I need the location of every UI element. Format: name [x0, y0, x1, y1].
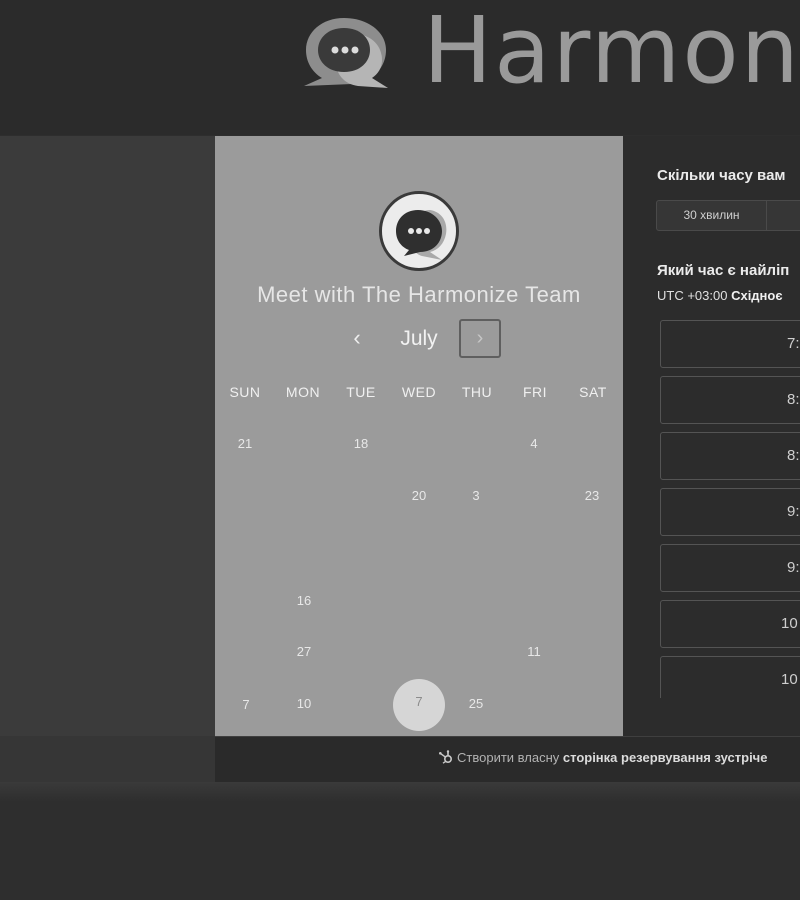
time-slot-label: 10	[781, 615, 798, 632]
time-slot-label: 7:	[787, 335, 800, 352]
create-booking-page-link[interactable]: Створити власну сторінка резервування зу…	[438, 750, 767, 765]
time-question: Який час є найліп	[657, 262, 790, 279]
chevron-right-icon[interactable]: ›	[459, 319, 501, 358]
left-backdrop-bottom	[0, 736, 215, 782]
time-slot[interactable]: 9:	[660, 544, 800, 592]
booking-panel: Скільки часу вам 30 хвилин Який час є на…	[623, 136, 800, 736]
time-slot-label: 8:	[787, 447, 800, 464]
calendar-day[interactable]: 20	[399, 488, 439, 503]
meeting-title: Meet with The Harmonize Team	[257, 282, 581, 307]
weekday-sat: SAT	[579, 384, 607, 400]
avatar	[379, 191, 459, 271]
timezone-name: Східноє	[731, 288, 783, 303]
time-slot[interactable]: 7:	[660, 320, 800, 368]
calendar-day[interactable]: 16	[284, 593, 324, 608]
timezone-label[interactable]: UTC +03:00 Східноє	[657, 288, 783, 303]
time-slot[interactable]: 10	[660, 600, 800, 648]
calendar-day[interactable]: 3	[456, 488, 496, 503]
selected-day[interactable]: 7	[393, 679, 445, 731]
calendar-day[interactable]: 25	[456, 696, 496, 711]
calendar-day[interactable]: 18	[341, 436, 381, 451]
time-slot-label: 8:	[787, 391, 800, 408]
time-slot[interactable]: 10	[660, 656, 800, 698]
calendar-day[interactable]: 4	[514, 436, 554, 451]
page-divider	[0, 782, 800, 802]
timezone-offset: UTC +03:00	[657, 288, 728, 303]
weekday-thu: THU	[461, 384, 493, 400]
time-slot-label: 9:	[787, 559, 800, 576]
time-slot[interactable]: 8:	[660, 432, 800, 480]
weekday-sun: SUN	[229, 384, 261, 400]
weekday-tue: TUE	[346, 384, 376, 400]
month-label: July	[400, 327, 438, 350]
weekday-wed: WED	[401, 384, 437, 400]
hubspot-sprocket-icon	[439, 750, 453, 764]
calendar-day[interactable]: 7	[226, 697, 266, 712]
footer-bar: Створити власну сторінка резервування зу…	[215, 736, 800, 782]
duration-question: Скільки часу вам	[657, 167, 786, 184]
time-slot[interactable]: 9:	[660, 488, 800, 536]
duration-option-30[interactable]: 30 хвилин	[657, 201, 767, 230]
footer-link-bold: сторінка резервування зустріче	[562, 750, 768, 765]
left-backdrop	[0, 136, 215, 736]
calendar-day[interactable]: 21	[225, 436, 265, 451]
header: Harmonize	[0, 0, 800, 135]
time-slot-label: 10	[781, 671, 798, 688]
calendar-day[interactable]: 27	[284, 644, 324, 659]
chat-bubble-avatar-icon	[396, 210, 447, 260]
weekday-mon: MON	[285, 384, 321, 400]
chevron-left-icon[interactable]: ‹	[342, 323, 372, 355]
footer-link-prefix: Створити власну	[457, 750, 560, 765]
time-slot[interactable]: 8:	[660, 376, 800, 424]
calendar-panel: Meet with The Harmonize Team ‹ July › SU…	[215, 136, 623, 736]
time-slot-label: 9:	[787, 503, 800, 520]
duration-selector: 30 хвилин	[656, 200, 800, 231]
weekday-fri: FRI	[522, 384, 548, 400]
calendar-day[interactable]: 11	[514, 644, 554, 659]
calendar-day[interactable]: 10	[284, 696, 324, 711]
time-slot-list: 7: 8: 8: 9: 9: 10 10	[660, 320, 800, 698]
brand-name: Harmonize	[423, 0, 800, 104]
calendar-day[interactable]: 23	[572, 488, 612, 503]
chat-bubble-logo-icon	[304, 18, 388, 88]
